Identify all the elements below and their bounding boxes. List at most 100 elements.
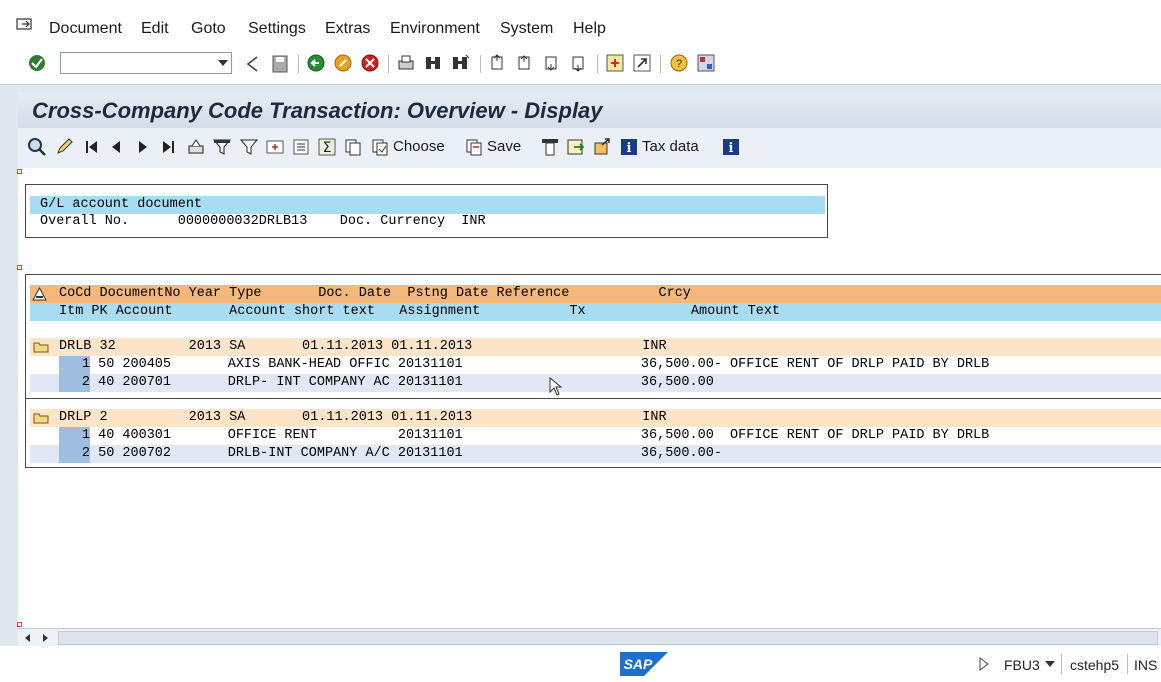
group-row[interactable]: DRLB 32 2013 SA 01.11.2013 01.11.2013 IN… [30, 338, 1161, 356]
menu-extras[interactable]: Extras [325, 20, 370, 38]
exit-icon[interactable] [333, 53, 353, 73]
next-icon[interactable] [132, 137, 152, 157]
separator [480, 55, 481, 73]
status-expand-icon[interactable] [978, 657, 990, 671]
last-page-icon[interactable] [569, 53, 589, 73]
group-line: DRLB 32 2013 SA 01.11.2013 01.11.2013 IN… [59, 339, 667, 354]
horizontal-scrollbar[interactable] [18, 628, 1161, 647]
folder-icon[interactable] [33, 412, 49, 424]
first-page-icon[interactable] [488, 53, 508, 73]
header-overall-line: Overall No. 0000000032DRLB13 Doc. Curren… [40, 214, 486, 229]
next-page-icon[interactable] [542, 53, 562, 73]
separator [1061, 654, 1062, 674]
group-line: DRLP 2 2013 SA 01.11.2013 01.11.2013 INR [59, 410, 667, 425]
first-icon[interactable] [82, 137, 102, 157]
svg-text:Σ: Σ [323, 140, 332, 156]
previous-icon[interactable] [107, 137, 127, 157]
command-field[interactable] [60, 52, 232, 74]
add-column-icon[interactable] [265, 137, 285, 157]
sap-logo: SAP [620, 652, 668, 676]
display-icon[interactable] [27, 137, 47, 157]
chevron-down-icon[interactable] [1044, 660, 1056, 668]
layout-menu-icon[interactable] [696, 53, 716, 73]
header-title-bar: G/L account document [30, 196, 825, 214]
tax-data-button[interactable]: Tax data [642, 138, 699, 155]
previous-page-icon[interactable] [515, 53, 535, 73]
svg-text:SAP: SAP [624, 656, 653, 672]
table-row[interactable]: 1 50 200405 AXIS BANK-HEAD OFFIC 2013110… [30, 356, 1161, 374]
cancel-icon[interactable] [360, 53, 380, 73]
separator [388, 55, 389, 73]
item-number[interactable]: 1 [59, 356, 90, 374]
menu-document[interactable]: Document [49, 20, 122, 38]
choose-icon[interactable] [370, 137, 390, 157]
save-button[interactable]: Save [487, 138, 521, 155]
print-preview-icon[interactable] [186, 137, 206, 157]
item-number[interactable]: 2 [59, 374, 90, 392]
menu-icon[interactable] [16, 17, 34, 31]
last-icon[interactable] [158, 137, 178, 157]
edit-pencil-icon[interactable] [54, 137, 74, 157]
sum-icon[interactable]: Σ [317, 137, 337, 157]
enter-icon[interactable] [27, 53, 47, 73]
table-row[interactable]: 2 40 200701 DRLP- INT COMPANY AC 2013110… [30, 374, 1161, 392]
item-number[interactable]: 1 [59, 427, 90, 445]
save-document-icon[interactable] [464, 137, 484, 157]
list-header-line1: CoCd DocumentNo Year Type Doc. Date Pstn… [59, 286, 691, 301]
separator [660, 55, 661, 73]
menu-bar: Document Edit Goto Settings Extras Envir… [0, 0, 1161, 46]
page-title: Cross-Company Code Transaction: Overview… [32, 98, 603, 123]
menu-environment[interactable]: Environment [390, 20, 480, 38]
information-icon[interactable]: i [721, 137, 741, 157]
scroll-left-icon[interactable] [23, 633, 33, 643]
document-list-box: CoCd DocumentNo Year Type Doc. Date Pstn… [25, 274, 1161, 468]
svg-text:i: i [729, 141, 734, 156]
menu-edit[interactable]: Edit [141, 20, 169, 38]
menu-system[interactable]: System [500, 20, 553, 38]
menu-goto[interactable]: Goto [191, 20, 226, 38]
filter-icon[interactable] [212, 137, 232, 157]
item-number[interactable]: 2 [59, 445, 90, 463]
list-header-row: CoCd DocumentNo Year Type Doc. Date Pstn… [30, 285, 1161, 303]
create-session-icon[interactable] [605, 53, 625, 73]
info-icon[interactable]: i [619, 137, 639, 157]
header-title: G/L account document [40, 197, 203, 212]
item-line: 40 400301 OFFICE RENT 20131101 36,500.00… [90, 428, 990, 443]
status-insert-mode: INS [1134, 657, 1158, 673]
folder-icon[interactable] [33, 341, 49, 353]
separator [298, 55, 299, 73]
header-data-icon[interactable] [540, 137, 560, 157]
export-icon[interactable] [566, 137, 586, 157]
status-transaction-code: FBU3 [1004, 657, 1040, 673]
list-header-row: Itm PK Account Account short text Assign… [30, 303, 1161, 321]
find-next-icon[interactable] [450, 53, 470, 73]
group-row[interactable]: DRLP 2 2013 SA 01.11.2013 01.11.2013 INR [30, 409, 1161, 427]
back-icon[interactable] [306, 53, 326, 73]
set-filter-icon[interactable] [239, 137, 259, 157]
mouse-cursor-icon [549, 377, 563, 396]
svg-text:?: ? [676, 58, 682, 70]
separator [1127, 654, 1128, 674]
chevron-down-icon[interactable] [218, 60, 228, 66]
scroll-track[interactable] [58, 631, 1158, 645]
shortcut-icon[interactable] [632, 53, 652, 73]
help-icon[interactable]: ? [669, 53, 689, 73]
choose-button[interactable]: Choose [393, 138, 445, 155]
document-list-icon[interactable] [291, 137, 311, 157]
find-icon[interactable] [423, 53, 443, 73]
table-row[interactable]: 2 50 200702 DRLB-INT COMPANY A/C 2013110… [30, 445, 1161, 463]
list-header-line2: Itm PK Account Account short text Assign… [59, 304, 781, 319]
menu-settings[interactable]: Settings [248, 20, 306, 38]
print-icon[interactable] [396, 53, 416, 73]
transfer-icon[interactable] [592, 137, 612, 157]
back-arrow-icon[interactable] [243, 54, 263, 74]
marker-icon [17, 622, 22, 627]
save-icon[interactable] [270, 54, 290, 74]
copy-icon[interactable] [343, 137, 363, 157]
menu-help[interactable]: Help [573, 20, 606, 38]
table-row[interactable]: 1 40 400301 OFFICE RENT 20131101 36,500.… [30, 427, 1161, 445]
divider [26, 398, 1161, 399]
scroll-right-icon[interactable] [40, 633, 50, 643]
triangle-warning-icon[interactable] [32, 287, 47, 301]
marker-icon [17, 169, 22, 174]
